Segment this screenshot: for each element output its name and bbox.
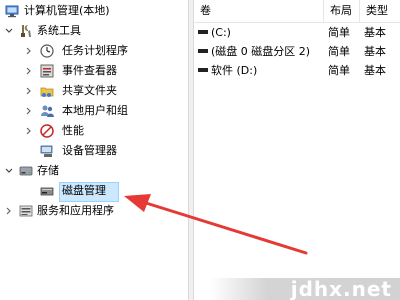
watermark-band: jdhx.net	[210, 278, 400, 300]
tree-item-performance[interactable]: 性能	[0, 121, 188, 141]
tree-item-shared-folders[interactable]: 共享文件夹	[0, 81, 188, 101]
tree-item-label: 服务和应用程序	[37, 204, 114, 217]
tree-item-label: 事件查看器	[62, 64, 117, 77]
chevron-right-icon[interactable]	[24, 61, 34, 81]
computer-management-window: 计算机管理(本地) 系统工具 任务计划程序 事件查看器 共享文件夹 本地用户和组…	[0, 0, 400, 300]
tree-item-label: 设备管理器	[62, 144, 117, 157]
computer-management-icon	[5, 5, 19, 18]
clock-icon	[40, 44, 54, 58]
chevron-right-icon[interactable]	[24, 81, 34, 101]
tree-item-device-manager[interactable]: 设备管理器	[0, 141, 188, 161]
column-header-layout[interactable]: 布局	[324, 0, 360, 22]
tree-item-root[interactable]: 计算机管理(本地)	[0, 1, 188, 21]
tree-item-label: 共享文件夹	[62, 84, 117, 97]
volume-name: 软件 (D:)	[211, 64, 258, 77]
column-header-volume[interactable]: 卷	[194, 0, 324, 22]
navigation-tree: 计算机管理(本地) 系统工具 任务计划程序 事件查看器 共享文件夹 本地用户和组…	[0, 0, 188, 300]
tree-item-system-tools[interactable]: 系统工具	[0, 21, 188, 41]
volume-icon	[198, 30, 208, 34]
chevron-down-icon[interactable]	[4, 161, 14, 181]
chevron-down-icon[interactable]	[4, 21, 14, 41]
volume-list: 卷 布局 类型 (C:) 简单 基本 (磁盘 0 磁盘分区 2) 简单 基本 软…	[194, 0, 400, 300]
chevron-right-icon[interactable]	[24, 41, 34, 61]
volume-name: (磁盘 0 磁盘分区 2)	[211, 45, 311, 58]
volume-row[interactable]: (C:) 简单 基本	[194, 23, 400, 42]
users-icon	[41, 105, 54, 117]
watermark-text: jdhx.net	[290, 277, 392, 300]
tree-item-label: 系统工具	[37, 24, 81, 37]
tree-item-label: 磁盘管理	[62, 184, 106, 197]
chevron-right-icon[interactable]	[24, 121, 34, 141]
tools-icon	[21, 24, 31, 37]
volume-row[interactable]: (磁盘 0 磁盘分区 2) 简单 基本	[194, 42, 400, 61]
volume-icon	[198, 68, 208, 72]
volume-row[interactable]: 软件 (D:) 简单 基本	[194, 61, 400, 80]
volume-cell: (磁盘 0 磁盘分区 2)	[194, 42, 324, 61]
disk-management-icon	[40, 187, 54, 196]
column-header-type[interactable]: 类型	[360, 0, 400, 22]
type-cell: 基本	[364, 26, 386, 39]
tree-item-services-applications[interactable]: 服务和应用程序	[0, 201, 188, 221]
shared-folder-icon	[40, 87, 54, 97]
type-cell: 基本	[364, 45, 386, 58]
layout-cell: 简单	[328, 45, 350, 58]
tree-item-disk-management[interactable]: 磁盘管理	[0, 181, 188, 202]
layout-cell: 简单	[328, 26, 350, 39]
tree-item-label: 存储	[37, 164, 59, 177]
volume-name: (C:)	[211, 26, 231, 39]
services-icon	[19, 205, 33, 217]
type-cell: 基本	[364, 64, 386, 77]
tree-item-label: 计算机管理(本地)	[24, 4, 110, 17]
chevron-right-icon[interactable]	[4, 201, 14, 221]
volume-icon	[198, 49, 208, 53]
tree-item-storage[interactable]: 存储	[0, 161, 188, 181]
device-manager-icon	[40, 145, 53, 157]
tree-item-event-viewer[interactable]: 事件查看器	[0, 61, 188, 81]
tree-item-label: 任务计划程序	[62, 44, 128, 57]
chevron-right-icon[interactable]	[24, 101, 34, 121]
layout-cell: 简单	[328, 64, 350, 77]
performance-icon	[40, 124, 54, 138]
storage-icon	[19, 166, 33, 176]
tree-item-label: 性能	[62, 124, 84, 137]
volume-cell: 软件 (D:)	[194, 61, 324, 80]
list-header: 卷 布局 类型	[194, 0, 400, 23]
volume-cell: (C:)	[194, 23, 324, 42]
tree-item-task-scheduler[interactable]: 任务计划程序	[0, 41, 188, 61]
tree-item-label: 本地用户和组	[62, 104, 128, 117]
tree-item-local-users[interactable]: 本地用户和组	[0, 101, 188, 121]
event-viewer-icon	[40, 64, 54, 78]
